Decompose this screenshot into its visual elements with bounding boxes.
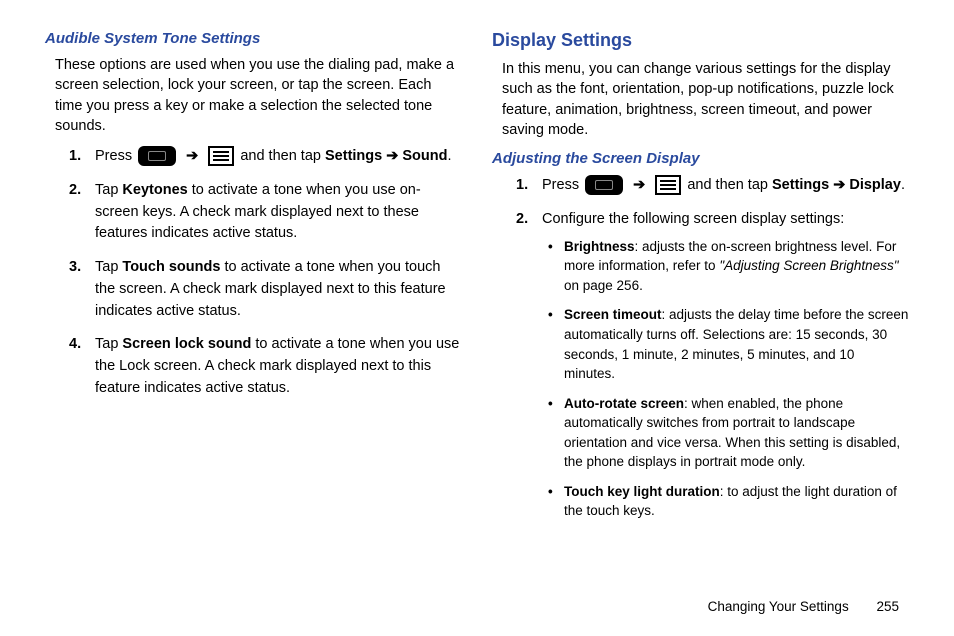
heading-adjusting: Adjusting the Screen Display	[492, 150, 909, 167]
menu-icon	[655, 175, 681, 195]
text: and then tap	[236, 148, 325, 164]
page-number: 255	[876, 599, 899, 614]
content-columns: Audible System Tone Settings These optio…	[45, 30, 909, 533]
heading-audible: Audible System Tone Settings	[45, 30, 462, 47]
text: Press	[542, 177, 583, 193]
step-1: 1. Press ➔ and then tap Settings➔Sound.	[69, 146, 462, 168]
home-icon	[585, 175, 623, 195]
right-column: Display Settings In this menu, you can c…	[492, 30, 909, 533]
bullet-brightness: Brightness: adjusts the on-screen bright…	[548, 237, 909, 296]
label: Auto-rotate screen	[564, 396, 684, 411]
text: Press	[95, 148, 136, 164]
screen-lock-label: Screen lock sound	[122, 336, 251, 352]
reference: "Adjusting Screen Brightness"	[719, 258, 898, 273]
menu-icon	[208, 146, 234, 166]
audible-intro: These options are used when you use the …	[55, 55, 462, 136]
text: Tap	[95, 336, 122, 352]
arrow-icon: ➔	[633, 177, 645, 193]
label: Brightness	[564, 239, 635, 254]
label: Touch key light duration	[564, 484, 720, 499]
page-footer: Changing Your Settings 255	[708, 599, 899, 614]
home-icon	[138, 146, 176, 166]
audible-steps: 1. Press ➔ and then tap Settings➔Sound. …	[69, 146, 462, 400]
text: .	[447, 148, 451, 164]
heading-display: Display Settings	[492, 30, 909, 51]
arrow-icon: ➔	[386, 148, 398, 164]
display-label: Display	[849, 177, 901, 193]
left-column: Audible System Tone Settings These optio…	[45, 30, 462, 533]
step-3: 3. Tap Touch sounds to activate a tone w…	[69, 257, 462, 322]
text: Tap	[95, 182, 122, 198]
step-2: 2. Configure the following screen displa…	[516, 209, 909, 521]
text: Configure the following screen display s…	[542, 211, 844, 227]
settings-label: Settings	[772, 177, 829, 193]
step-1: 1. Press ➔ and then tap Settings➔Display…	[516, 175, 909, 197]
footer-section: Changing Your Settings	[708, 599, 849, 614]
bullet-autorotate: Auto-rotate screen: when enabled, the ph…	[548, 394, 909, 472]
sound-label: Sound	[402, 148, 447, 164]
arrow-icon: ➔	[833, 177, 845, 193]
keytones-label: Keytones	[122, 182, 187, 198]
label: Screen timeout	[564, 307, 662, 322]
display-options: Brightness: adjusts the on-screen bright…	[548, 237, 909, 521]
bullet-touchkey: Touch key light duration: to adjust the …	[548, 482, 909, 521]
step-4: 4. Tap Screen lock sound to activate a t…	[69, 334, 462, 399]
settings-label: Settings	[325, 148, 382, 164]
arrow-icon: ➔	[186, 148, 198, 164]
text: on page 256.	[564, 278, 643, 293]
bullet-timeout: Screen timeout: adjusts the delay time b…	[548, 305, 909, 383]
step-2: 2. Tap Keytones to activate a tone when …	[69, 180, 462, 245]
display-steps: 1. Press ➔ and then tap Settings➔Display…	[516, 175, 909, 521]
text: and then tap	[683, 177, 772, 193]
text: Tap	[95, 259, 122, 275]
display-intro: In this menu, you can change various set…	[502, 59, 909, 140]
text: .	[901, 177, 905, 193]
touch-sounds-label: Touch sounds	[122, 259, 220, 275]
